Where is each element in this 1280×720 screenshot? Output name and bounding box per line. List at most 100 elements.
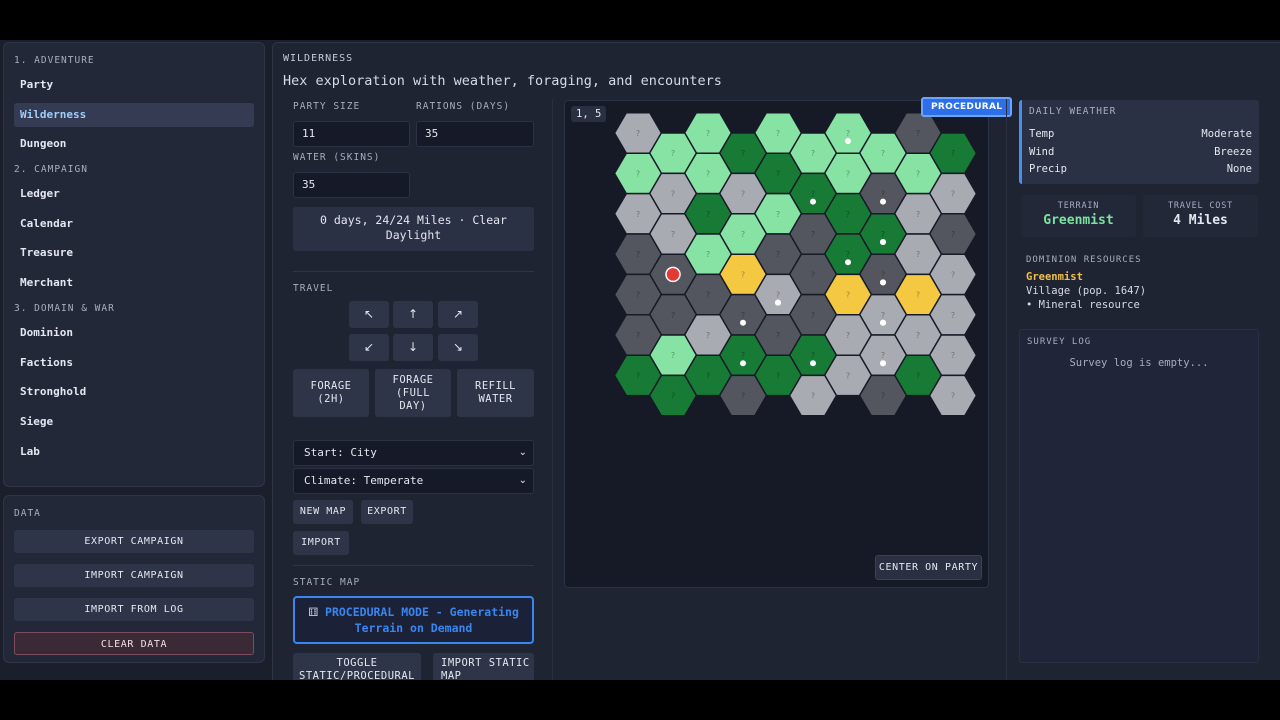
weather-row-temp: Temp Moderate [1029, 126, 1252, 144]
explored-marker [880, 239, 886, 245]
party-size-input[interactable]: 11 [293, 121, 410, 147]
import-map-button[interactable]: IMPORT [293, 531, 349, 555]
hex-grid[interactable]: ????????????????????????????????????????… [565, 101, 989, 588]
survey-log: SURVEY LOG Survey log is empty... [1019, 329, 1259, 663]
hex-unknown-mark: ? [881, 270, 885, 279]
toggle-static-procedural-button[interactable]: TOGGLE STATIC/PROCEDURAL [293, 653, 421, 680]
hex-unknown-mark: ? [916, 210, 920, 219]
hex-unknown-mark: ? [846, 250, 850, 259]
sidebar-item-party[interactable]: Party [14, 73, 254, 97]
import-from-log-button[interactable]: IMPORT FROM LOG [14, 598, 254, 621]
hex-unknown-mark: ? [881, 149, 885, 158]
hex-unknown-mark: ? [776, 210, 780, 219]
start-select-value: Start: City [304, 446, 377, 459]
hex-unknown-mark: ? [706, 371, 710, 380]
refill-water-button[interactable]: REFILL WATER [457, 369, 534, 417]
hex-unknown-mark: ? [951, 270, 955, 279]
weather-value: Breeze [1214, 145, 1252, 158]
move-northwest-button[interactable]: ↖ [349, 301, 389, 328]
hex-unknown-mark: ? [636, 210, 640, 219]
weather-key: Wind [1029, 145, 1055, 158]
hex-unknown-mark: ? [636, 129, 640, 138]
sidebar-item-treasure[interactable]: Treasure [14, 241, 254, 265]
explored-marker [880, 319, 886, 326]
center-on-party-button[interactable]: CENTER ON PARTY [875, 555, 982, 580]
hex-unknown-mark: ? [706, 169, 710, 178]
move-southwest-button[interactable]: ↙ [349, 334, 389, 361]
hex-unknown-mark: ? [741, 149, 745, 158]
dominion-name: Greenmist [1026, 271, 1083, 283]
explored-marker [880, 198, 886, 205]
hex-unknown-mark: ? [811, 351, 815, 360]
hex-unknown-mark: ? [671, 351, 675, 360]
hex-unknown-mark: ? [776, 371, 780, 380]
move-south-button[interactable]: ↓ [393, 334, 433, 361]
weather-row-wind: Wind Breeze [1029, 144, 1252, 162]
sidebar-item-wilderness[interactable]: Wilderness [14, 102, 254, 127]
terrain-value: Greenmist [1043, 213, 1114, 228]
rations-label: RATIONS (DAYS) [416, 101, 511, 112]
sidebar-item-lab[interactable]: Lab [14, 440, 254, 464]
sidebar-item-merchant[interactable]: Merchant [14, 271, 254, 295]
hex-unknown-mark: ? [706, 210, 710, 219]
clear-data-button[interactable]: CLEAR DATA [14, 632, 254, 655]
forage-full-day-button[interactable]: FORAGE (FULL DAY) [375, 369, 451, 417]
hex-unknown-mark: ? [846, 129, 850, 138]
weather-row-precip: Precip None [1029, 161, 1252, 179]
divider [293, 565, 534, 566]
forage-2h-button[interactable]: FORAGE (2H) [293, 369, 369, 417]
survey-log-title: SURVEY LOG [1027, 337, 1092, 347]
party-coordinates: 1, 5 [571, 106, 607, 122]
hex-unknown-mark: ? [741, 230, 745, 239]
hex-map[interactable]: ????????????????????????????????????????… [564, 100, 989, 588]
travel-cost-label: TRAVEL COST [1167, 201, 1234, 211]
explored-marker [810, 198, 816, 205]
hex-unknown-mark: ? [846, 169, 850, 178]
water-input[interactable]: 35 [293, 172, 410, 198]
hex-unknown-mark: ? [916, 371, 920, 380]
sidebar-item-dominion[interactable]: Dominion [14, 321, 254, 345]
move-north-button[interactable]: ↑ [393, 301, 433, 328]
sidebar-item-calendar[interactable]: Calendar [14, 212, 254, 236]
new-map-button[interactable]: NEW MAP [293, 500, 353, 524]
hex-unknown-mark: ? [846, 331, 850, 340]
rations-input[interactable]: 35 [416, 121, 534, 147]
sidebar-item-stronghold[interactable]: Stronghold [14, 380, 254, 404]
import-campaign-button[interactable]: IMPORT CAMPAIGN [14, 564, 254, 587]
column-divider [1006, 99, 1007, 680]
travel-label: TRAVEL [293, 283, 334, 294]
hex-unknown-mark: ? [636, 371, 640, 380]
hex-unknown-mark: ? [776, 129, 780, 138]
hex-unknown-mark: ? [951, 230, 955, 239]
hex-unknown-mark: ? [881, 351, 885, 360]
hex-unknown-mark: ? [776, 291, 780, 300]
hex-unknown-mark: ? [916, 129, 920, 138]
main-panel: WILDERNESS Hex exploration with weather,… [272, 42, 1280, 680]
dominion-title: DOMINION RESOURCES [1026, 255, 1142, 265]
hex-unknown-mark: ? [706, 291, 710, 300]
climate-select-value: Climate: Temperate [304, 474, 424, 487]
party-marker[interactable] [665, 266, 681, 283]
data-title: DATA [14, 508, 41, 519]
export-campaign-button[interactable]: EXPORT CAMPAIGN [14, 530, 254, 553]
start-select[interactable]: Start: City ⌄ [293, 440, 534, 466]
page-subtitle: Hex exploration with weather, foraging, … [283, 73, 722, 89]
hex-unknown-mark: ? [951, 149, 955, 158]
sidebar-item-siege[interactable]: Siege [14, 410, 254, 434]
import-static-map-button[interactable]: IMPORT STATIC MAP [433, 653, 534, 680]
explored-marker [775, 299, 781, 306]
hex-unknown-mark: ? [671, 230, 675, 239]
sidebar-item-dungeon[interactable]: Dungeon [14, 132, 254, 156]
hex-unknown-mark: ? [846, 371, 850, 380]
sidebar-item-factions[interactable]: Factions [14, 351, 254, 375]
climate-select[interactable]: Climate: Temperate ⌄ [293, 468, 534, 494]
sidebar-item-ledger[interactable]: Ledger [14, 182, 254, 206]
dice-icon: ⚅ [308, 605, 319, 619]
hex-unknown-mark: ? [916, 250, 920, 259]
hex-unknown-mark: ? [951, 311, 955, 320]
export-map-button[interactable]: EXPORT [361, 500, 413, 524]
procedural-badge: PROCEDURAL [921, 97, 1013, 117]
move-northeast-button[interactable]: ↗ [438, 301, 478, 328]
move-southeast-button[interactable]: ↘ [438, 334, 478, 361]
hex-unknown-mark: ? [811, 270, 815, 279]
